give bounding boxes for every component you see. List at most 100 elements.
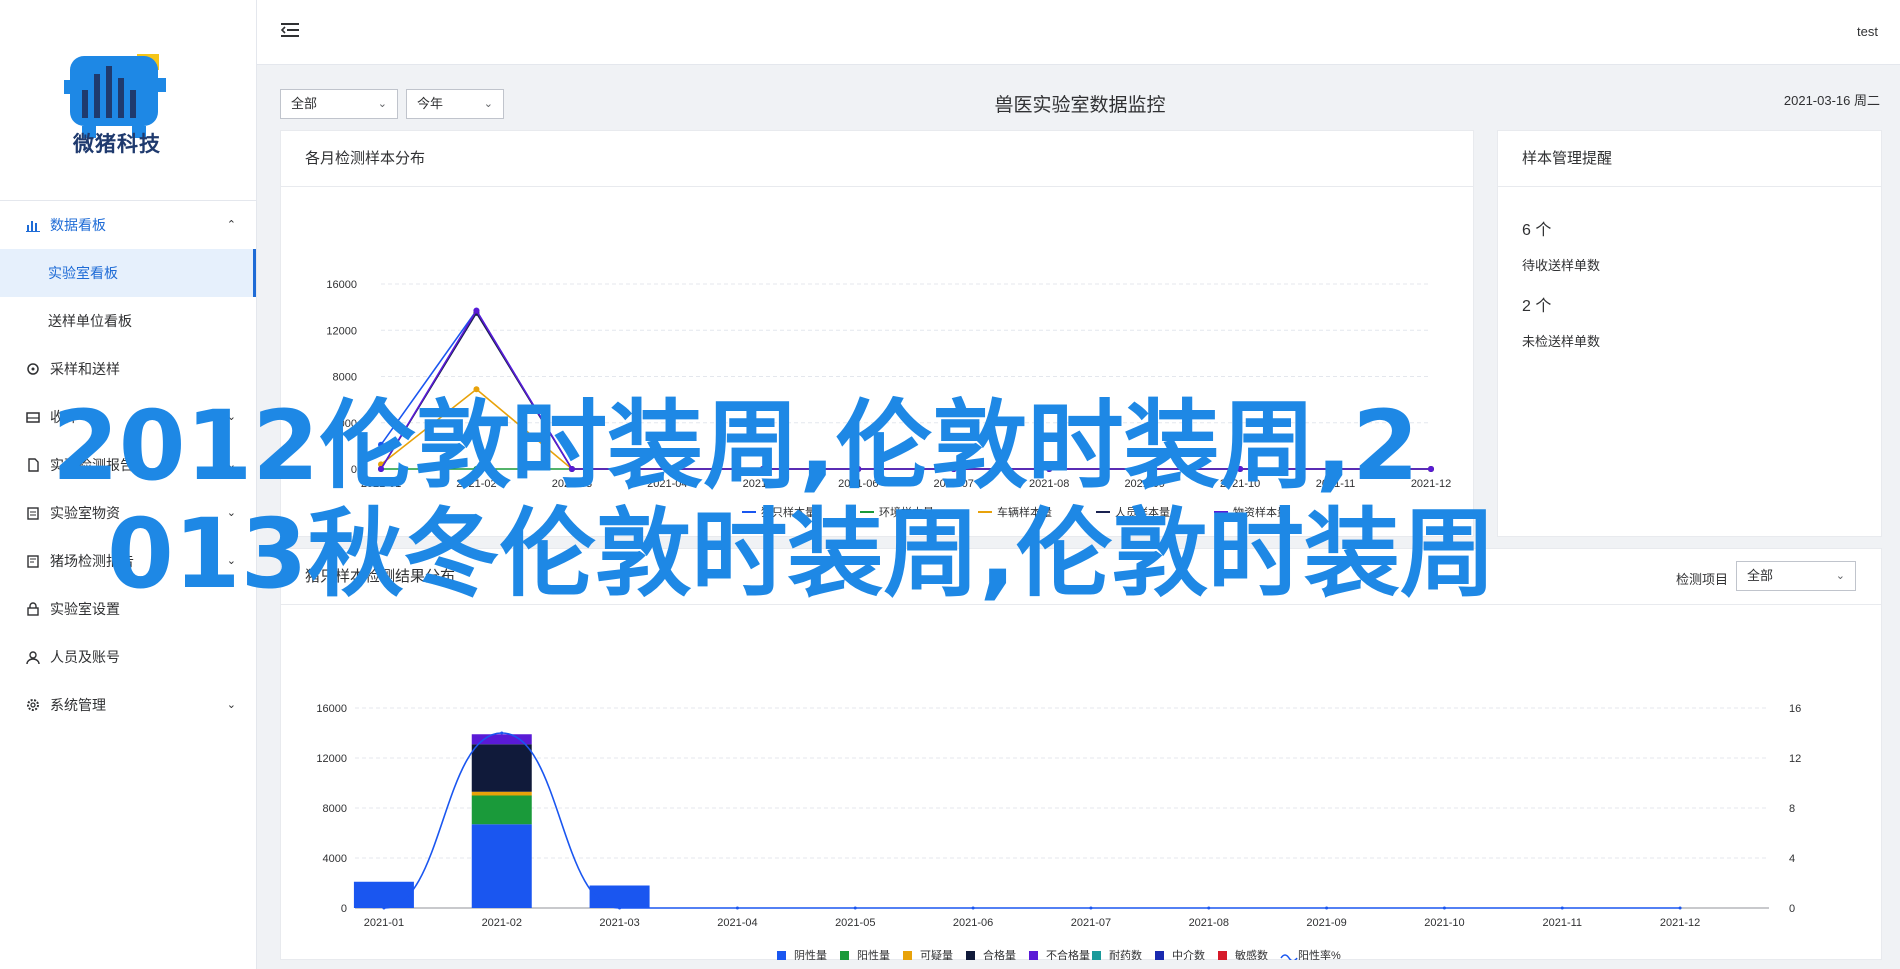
y-tick-label: 12000 — [316, 753, 347, 765]
range-select[interactable]: 全部 ⌄ — [280, 89, 398, 119]
legend-label: 中介数 — [1172, 949, 1205, 960]
sidebar-item-lab-board[interactable]: 实验室看板 — [0, 249, 256, 297]
result-bar-chart: 0 4000 8000 12000 16000 0 4 8 12 16 2021-01 2021-02… — [316, 703, 1801, 962]
legend-swatch — [1280, 954, 1298, 962]
card-title: 各月检测样本分布 — [281, 131, 1473, 187]
legend-label: 耐药数 — [1109, 949, 1142, 960]
page-title: 兽医实验室数据监控 — [994, 95, 1166, 116]
lock-icon — [26, 602, 40, 616]
test-item-select-value: 全部 — [1747, 568, 1774, 583]
rate-line — [383, 732, 1681, 909]
rate-point — [1678, 906, 1682, 910]
y-tick-label: 12000 — [326, 325, 357, 337]
rate-point — [382, 906, 386, 910]
y-tick-label: 16000 — [326, 279, 357, 291]
user-icon — [26, 650, 40, 664]
legend-label: 阴性量 — [794, 948, 827, 960]
bar-chart-icon — [26, 218, 40, 232]
sidebar-item-sampling[interactable]: 采样和送样 — [0, 345, 256, 393]
y2-tick-label: 8 — [1789, 803, 1795, 815]
rate-point — [1089, 906, 1093, 910]
x-tick-label: 2021-09 — [1306, 917, 1346, 929]
x-tick-label: 2021-11 — [1542, 917, 1582, 929]
rate-point — [1207, 906, 1211, 910]
legend-swatch — [1155, 951, 1164, 960]
legend-label: 敏感数 — [1235, 948, 1268, 960]
card-title: 样本管理提醒 — [1498, 131, 1881, 187]
page-date: 2021-03-16 周二 — [1783, 93, 1880, 108]
y-tick-label: 16000 — [316, 703, 347, 715]
y2-tick-label: 16 — [1789, 703, 1801, 715]
legend-swatch — [903, 951, 912, 960]
data-point — [473, 307, 480, 314]
pending-receive-label: 待收送样单数 — [1522, 258, 1601, 273]
chevron-down-icon: ⌄ — [377, 98, 387, 110]
sidebar-item-label: 送样单位看板 — [48, 313, 132, 329]
x-tick-label: 2021-02 — [482, 917, 522, 929]
sidebar-item-sender-board[interactable]: 送样单位看板 — [0, 297, 256, 345]
user-name[interactable]: test — [1857, 24, 1878, 39]
tag-icon — [26, 362, 40, 376]
x-tick-label: 2021-05 — [835, 917, 875, 929]
clipboard-icon — [26, 506, 40, 520]
x-tick-label: 2021-12 — [1660, 917, 1700, 929]
overlay-line-2: 013秋冬伦敦时装周,伦敦时装周 — [107, 498, 1496, 610]
legend-label: 阳性率% — [1298, 948, 1341, 960]
range-select-value: 全部 — [291, 96, 318, 111]
bar-segment — [471, 791, 532, 796]
bar-segment — [353, 881, 414, 908]
sidebar-item-dashboard[interactable]: 数据看板 ⌃ — [0, 201, 256, 249]
y2-tick-label: 0 — [1789, 903, 1795, 915]
x-tick-label: 2021-04 — [717, 917, 757, 929]
bar-segment — [471, 795, 532, 825]
sidebar-item-label: 采样和送样 — [50, 361, 120, 377]
pending-receive-count: 6 个 — [1522, 222, 1552, 239]
legend-label: 合格量 — [983, 948, 1016, 960]
inbox-icon — [26, 410, 40, 424]
sidebar-item-system[interactable]: 系统管理 ⌄ — [0, 681, 256, 729]
legend-swatch — [1092, 951, 1101, 960]
chevron-down-icon: ⌄ — [483, 98, 493, 110]
x-tick-label: 2021-03 — [599, 917, 639, 929]
sidebar-item-label: 系统管理 — [50, 697, 106, 713]
period-select[interactable]: 今年 ⌄ — [406, 89, 504, 119]
y2-tick-label: 4 — [1789, 853, 1795, 865]
sidebar-item-label: 人员及账号 — [50, 649, 120, 665]
report-icon — [26, 554, 40, 568]
top-bar: test — [257, 0, 1900, 65]
untested-count: 2 个 — [1522, 298, 1552, 315]
y2-tick-label: 12 — [1789, 753, 1801, 765]
sidebar-item-accounts[interactable]: 人员及账号 — [0, 633, 256, 681]
rate-point — [853, 906, 857, 910]
legend-swatch — [1029, 951, 1038, 960]
legend-swatch — [1218, 951, 1227, 960]
brand-name: 微猪科技 — [73, 133, 161, 156]
rate-point — [735, 906, 739, 910]
rate-point — [1325, 906, 1329, 910]
y-tick-label: 0 — [341, 903, 347, 915]
menu-toggle-icon[interactable] — [280, 22, 299, 43]
x-tick-label: 2021-01 — [364, 917, 404, 929]
rate-point — [971, 906, 975, 910]
overlay-headline: 2012伦敦时装周,伦敦时装周,2 013秋冬伦敦时装周,伦敦时装周 — [52, 392, 1612, 608]
test-item-label: 检测项目 — [1676, 572, 1729, 587]
legend-swatch — [840, 951, 849, 960]
chevron-down-icon: ⌄ — [226, 699, 236, 711]
y-tick-label: 4000 — [323, 853, 347, 865]
legend-swatch — [777, 951, 786, 960]
x-tick-label: 2021-07 — [1071, 917, 1111, 929]
y-tick-label: 8000 — [323, 803, 347, 815]
sidebar-item-label: 数据看板 — [50, 217, 106, 233]
untested-label: 未检送样单数 — [1522, 334, 1601, 349]
legend-swatch — [966, 951, 975, 960]
test-item-select[interactable]: 全部 ⌄ — [1736, 561, 1856, 591]
rate-point — [1560, 906, 1564, 910]
chevron-down-icon: ⌄ — [1835, 570, 1845, 582]
rate-point — [500, 731, 504, 735]
rate-point — [1442, 906, 1446, 910]
x-tick-label: 2021-10 — [1424, 917, 1464, 929]
bar-segment — [471, 824, 532, 908]
document-icon — [26, 458, 40, 472]
sidebar-item-label: 实验室看板 — [48, 265, 118, 281]
gear-icon — [26, 698, 40, 712]
